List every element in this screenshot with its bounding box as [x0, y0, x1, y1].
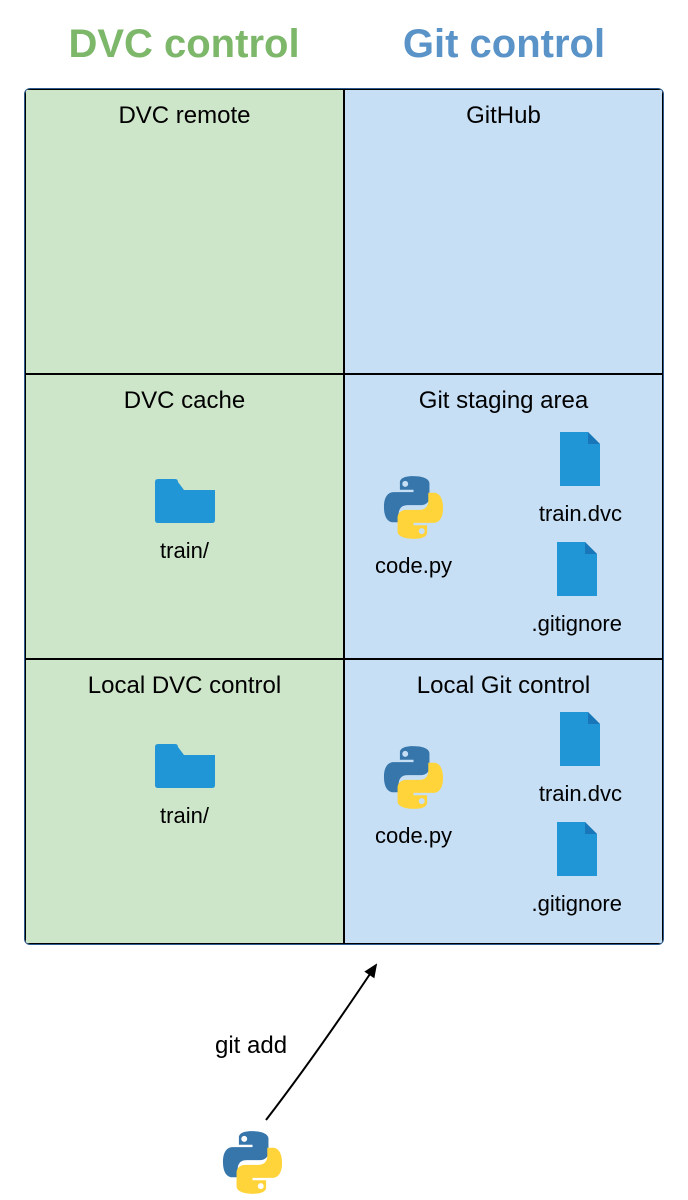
- cell-local-dvc: Local DVC control train/: [25, 659, 344, 944]
- file-icon: [556, 710, 604, 768]
- dvc-header: DVC control: [24, 0, 344, 88]
- header-row: DVC control Git control: [24, 0, 664, 88]
- cell-title-dvc-cache: DVC cache: [38, 387, 331, 415]
- cell-dvc-cache: DVC cache train/: [25, 374, 344, 659]
- code-py-label-local: code.py: [375, 823, 452, 849]
- folder-label-local: train/: [150, 803, 220, 829]
- code-py-label-staging: code.py: [375, 553, 452, 579]
- cell-dvc-remote: DVC remote: [25, 89, 344, 374]
- file-gitignore-local: .gitignore: [531, 820, 622, 917]
- cell-git-staging: Git staging area code.py train.dvc .giti…: [344, 374, 663, 659]
- cell-title-local-git: Local Git control: [357, 672, 650, 700]
- python-bottom: [220, 1130, 285, 1200]
- cell-local-git: Local Git control code.py train.dvc .git…: [344, 659, 663, 944]
- cell-title-git-staging: Git staging area: [357, 387, 650, 415]
- python-group-staging: code.py: [375, 475, 452, 579]
- diagram-grid: DVC remote GitHub DVC cache train/ Git s…: [24, 88, 664, 945]
- git-header-text: Git control: [403, 22, 605, 66]
- cell-github: GitHub: [344, 89, 663, 374]
- python-icon: [381, 745, 446, 810]
- file-icon: [553, 540, 601, 598]
- cell-title-github: GitHub: [357, 102, 650, 130]
- folder-group-cache: train/: [150, 470, 220, 564]
- train-dvc-label-staging: train.dvc: [539, 501, 622, 527]
- dvc-header-text: DVC control: [68, 22, 299, 66]
- train-dvc-label-local: train.dvc: [539, 781, 622, 807]
- folder-icon: [150, 470, 220, 525]
- folder-label-cache: train/: [150, 538, 220, 564]
- git-add-label: git add: [215, 1032, 287, 1060]
- python-icon: [220, 1130, 285, 1195]
- file-icon: [553, 820, 601, 878]
- cell-title-local-dvc: Local DVC control: [38, 672, 331, 700]
- file-icon: [556, 430, 604, 488]
- git-header: Git control: [344, 0, 664, 88]
- file-train-dvc-staging: train.dvc: [539, 430, 622, 527]
- folder-group-local: train/: [150, 735, 220, 829]
- file-gitignore-staging: .gitignore: [531, 540, 622, 637]
- gitignore-label-local: .gitignore: [531, 891, 622, 917]
- python-icon: [381, 475, 446, 540]
- python-group-local: code.py: [375, 745, 452, 849]
- file-train-dvc-local: train.dvc: [539, 710, 622, 807]
- cell-title-dvc-remote: DVC remote: [38, 102, 331, 130]
- gitignore-label-staging: .gitignore: [531, 611, 622, 637]
- folder-icon: [150, 735, 220, 790]
